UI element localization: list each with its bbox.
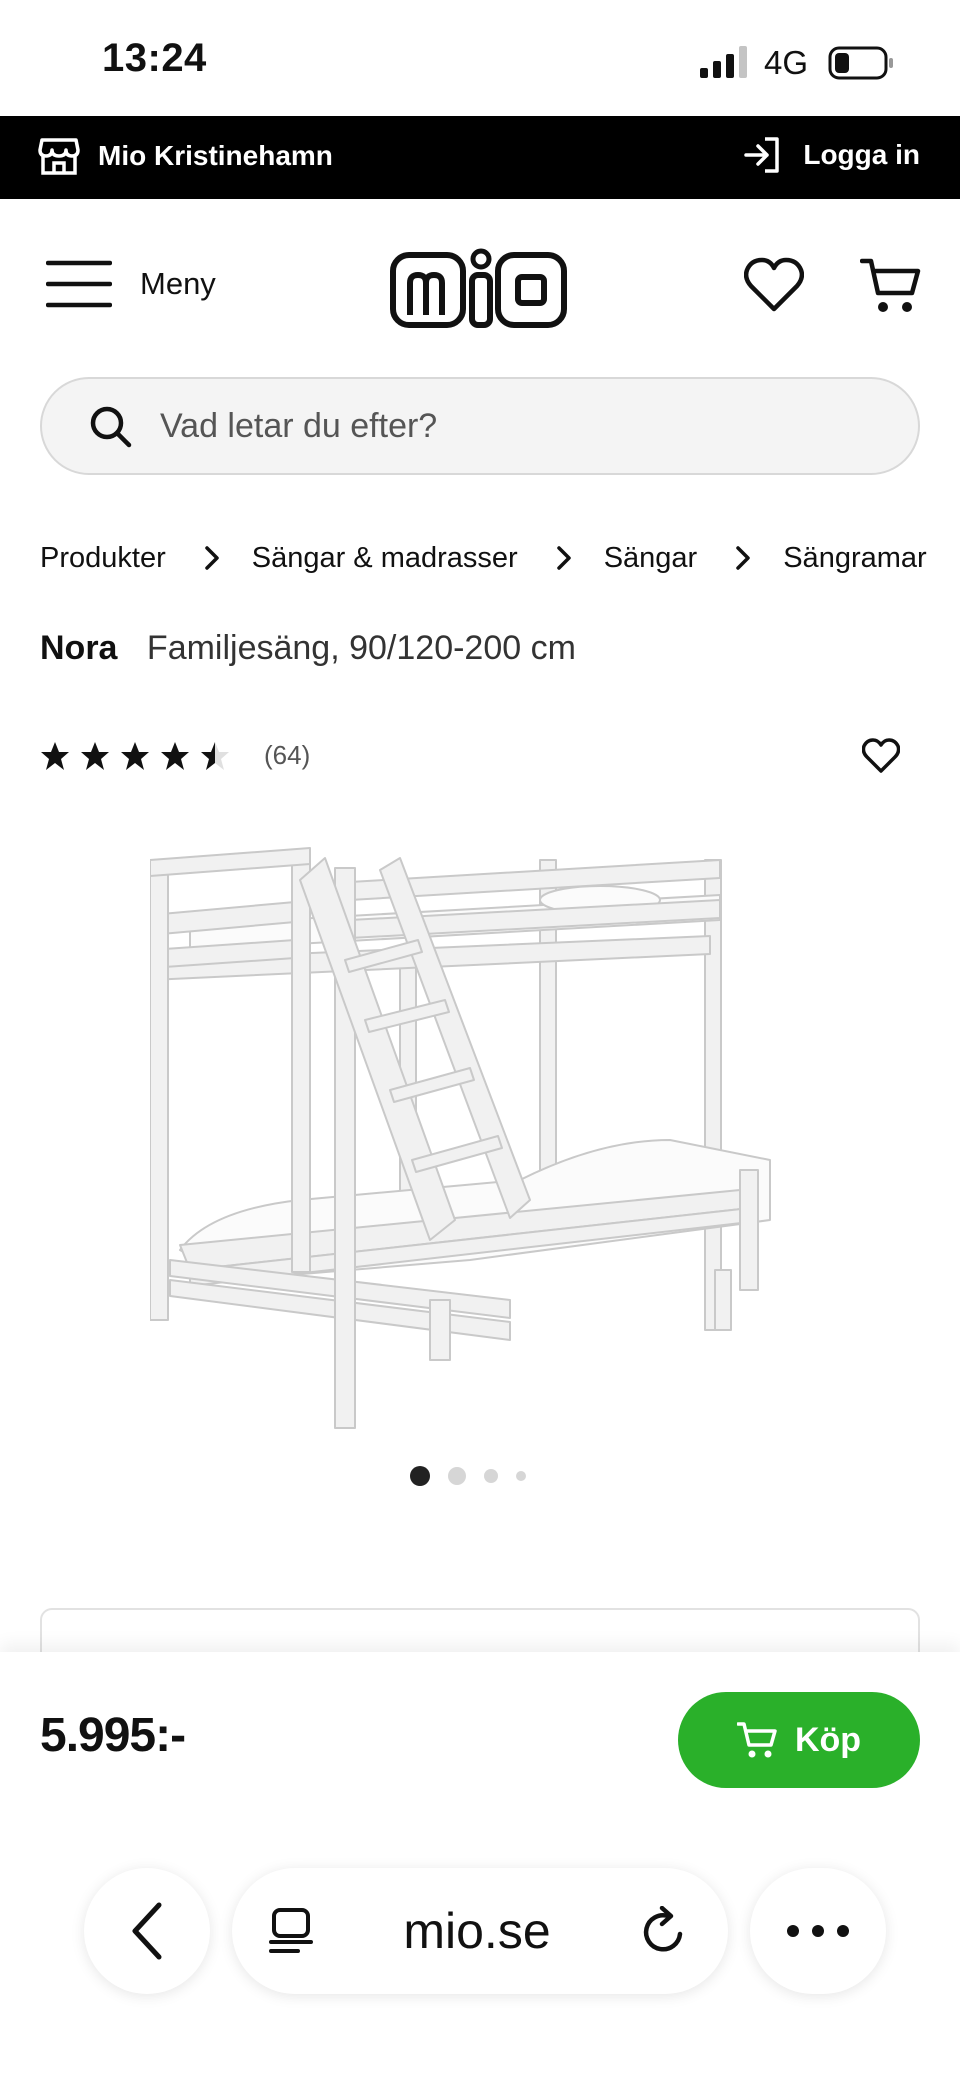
product-image[interactable] [150, 840, 810, 1430]
chevron-right-icon [204, 546, 219, 570]
more-button[interactable] [750, 1868, 886, 1994]
buy-bar: 5.995:- Köp [0, 1652, 960, 1812]
reload-icon[interactable] [640, 1906, 688, 1956]
price: 5.995:- [40, 1709, 186, 1762]
cart-icon[interactable] [860, 255, 922, 317]
half-star-icon [201, 741, 229, 770]
network-type: 4G [764, 44, 809, 81]
breadcrumb: Produkter Sängar & madrasser Sängar Säng… [40, 538, 927, 578]
status-bar: 13:24 4G [0, 0, 960, 116]
rating[interactable]: (64) [40, 740, 310, 771]
heart-icon[interactable] [744, 257, 804, 313]
menu-button[interactable]: Meny [46, 259, 216, 309]
chevron-right-icon [556, 546, 571, 570]
star-icon [121, 741, 149, 770]
back-button[interactable] [84, 1868, 210, 1994]
chevron-left-icon [132, 1902, 162, 1960]
star-icon [41, 741, 69, 770]
login-icon [744, 137, 780, 173]
menu-label: Meny [140, 266, 216, 301]
hamburger-icon [46, 260, 112, 308]
store-selector[interactable]: Mio Kristinehamn [38, 136, 333, 176]
store-icon [38, 138, 80, 175]
url-text: mio.se [403, 1903, 551, 1959]
mio-logo[interactable] [390, 247, 568, 329]
carousel-dot[interactable] [410, 1466, 430, 1486]
login-label: Logga in [803, 139, 920, 170]
breadcrumb-item-sangramar[interactable]: Sängramar [783, 542, 926, 575]
breadcrumb-item-sangar-madrasser[interactable]: Sängar & madrasser [252, 542, 518, 575]
breadcrumb-item-produkter[interactable]: Produkter [40, 542, 166, 575]
search-icon [90, 406, 132, 448]
product-description: Familjesäng, 90/120-200 cm [146, 629, 576, 667]
search-input[interactable]: Vad letar du efter? [40, 377, 920, 475]
breadcrumb-item-sangar[interactable]: Sängar [604, 542, 698, 575]
search-placeholder: Vad letar du efter? [160, 406, 438, 445]
buy-label: Köp [794, 1720, 862, 1759]
store-name: Mio Kristinehamn [98, 140, 333, 171]
battery-icon [828, 46, 893, 80]
more-icon [787, 1925, 849, 1937]
review-count: (64) [264, 740, 311, 770]
carousel-dot[interactable] [516, 1471, 526, 1481]
clock: 13:24 [102, 36, 207, 80]
login-button[interactable]: Logga in [743, 136, 920, 174]
favorite-heart-icon[interactable] [862, 738, 900, 774]
store-bar: Mio Kristinehamn Logga in [0, 116, 960, 199]
product-title: Nora Familjesäng, 90/120-200 cm [40, 629, 576, 668]
address-bar[interactable]: mio.se [232, 1868, 728, 1994]
buy-button[interactable]: Köp [678, 1692, 920, 1788]
browser-toolbar: mio.se [0, 1812, 960, 2078]
cart-icon [736, 1722, 777, 1758]
site-header: Meny [0, 199, 960, 377]
carousel-dot[interactable] [484, 1469, 498, 1483]
carousel-dot[interactable] [448, 1467, 466, 1485]
chevron-right-icon [736, 546, 750, 570]
signal-icon [700, 46, 747, 78]
reader-icon [269, 1908, 313, 1953]
star-icon [81, 741, 109, 770]
product-brand: Nora [40, 629, 118, 667]
image-carousel-dots [410, 1466, 526, 1486]
star-icon [161, 741, 189, 770]
